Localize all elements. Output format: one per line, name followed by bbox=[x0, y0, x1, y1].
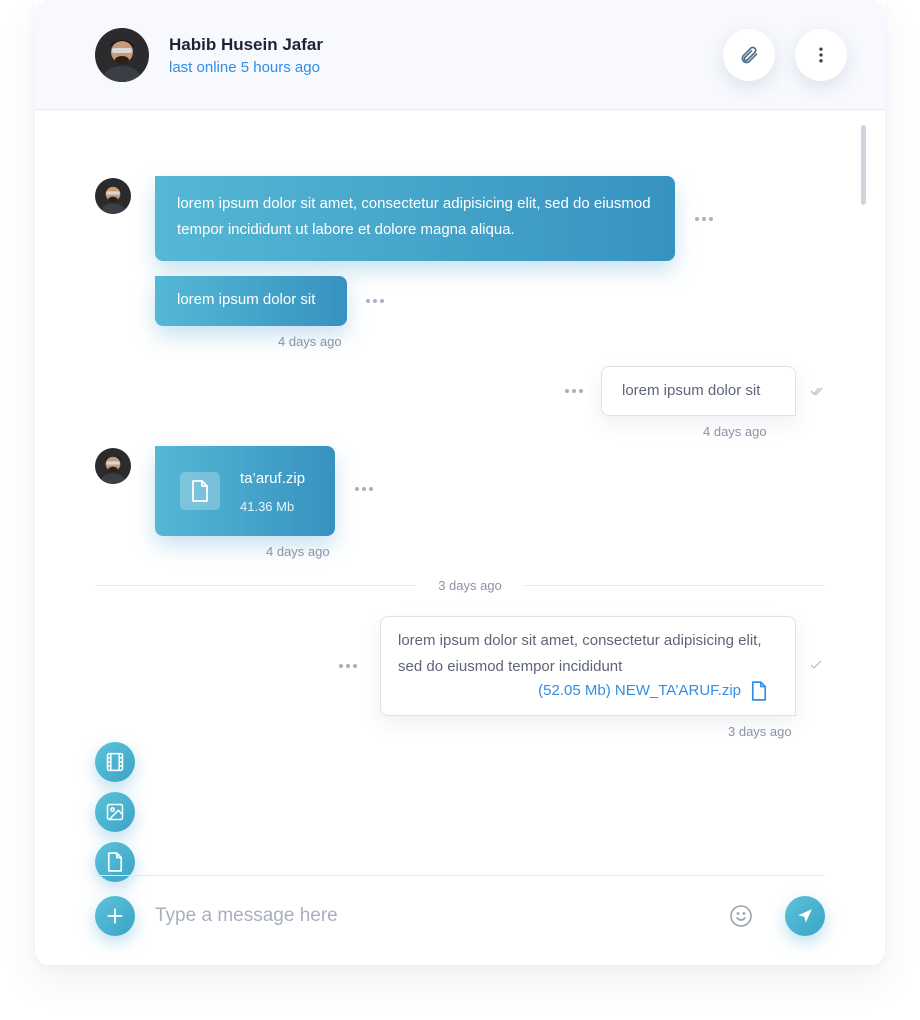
plus-icon bbox=[107, 908, 123, 924]
message-timestamp: 4 days ago bbox=[278, 334, 342, 349]
attach-button[interactable] bbox=[723, 29, 775, 81]
more-vertical-icon bbox=[819, 47, 823, 63]
double-check-icon bbox=[810, 387, 823, 396]
message-text: lorem ipsum dolor sit bbox=[177, 291, 316, 308]
chat-header: Habib Husein Jafar last online 5 hours a… bbox=[35, 0, 885, 110]
message-timestamp: 4 days ago bbox=[266, 544, 330, 559]
file-name: ta’aruf.zip bbox=[240, 470, 306, 487]
divider-line bbox=[95, 585, 415, 586]
composer-divider bbox=[95, 875, 825, 876]
sender-avatar[interactable] bbox=[95, 178, 131, 214]
attach-video-button[interactable] bbox=[95, 742, 135, 782]
message-options-icon[interactable] bbox=[695, 217, 713, 221]
message-bubble-outgoing[interactable]: lorem ipsum dolor sit bbox=[601, 366, 796, 416]
message-bubble-outgoing[interactable]: lorem ipsum dolor sit amet, consectetur … bbox=[380, 616, 796, 716]
message-options-icon[interactable] bbox=[366, 299, 384, 303]
message-text: lorem ipsum dolor sit amet, consectetur … bbox=[398, 632, 762, 675]
message-bubble-incoming[interactable]: lorem ipsum dolor sit amet, consectetur … bbox=[155, 176, 675, 261]
divider-line bbox=[525, 585, 825, 586]
image-icon bbox=[106, 803, 124, 821]
add-attachment-button[interactable] bbox=[95, 896, 135, 936]
contact-status: last online 5 hours ago bbox=[169, 59, 320, 76]
attach-file-button[interactable] bbox=[95, 842, 135, 882]
message-bubble-incoming[interactable]: lorem ipsum dolor sit bbox=[155, 276, 347, 326]
message-options-icon[interactable] bbox=[565, 389, 583, 393]
film-icon bbox=[106, 752, 124, 772]
emoji-button[interactable] bbox=[728, 903, 754, 929]
contact-avatar[interactable] bbox=[95, 28, 149, 82]
attachment-label: (52.05 Mb) NEW_TA’ARUF.zip bbox=[538, 682, 741, 699]
file-size: 41.36 Mb bbox=[240, 499, 295, 514]
attachment-link[interactable]: (52.05 Mb) NEW_TA’ARUF.zip bbox=[538, 678, 767, 704]
file-icon bbox=[751, 681, 767, 701]
message-timestamp: 4 days ago bbox=[703, 424, 767, 439]
date-divider-label: 3 days ago bbox=[438, 578, 502, 593]
contact-name: Habib Husein Jafar bbox=[169, 35, 323, 54]
smile-icon bbox=[730, 905, 752, 927]
message-input[interactable] bbox=[155, 898, 715, 934]
message-text: lorem ipsum dolor sit amet, consectetur … bbox=[177, 195, 651, 238]
chat-window: Habib Husein Jafar last online 5 hours a… bbox=[35, 0, 885, 965]
send-button[interactable] bbox=[785, 896, 825, 936]
message-text: lorem ipsum dolor sit bbox=[622, 382, 761, 399]
message-timestamp: 3 days ago bbox=[728, 724, 792, 739]
message-options-icon[interactable] bbox=[355, 487, 373, 491]
file-icon bbox=[180, 472, 220, 510]
file-message-bubble[interactable]: ta’aruf.zip 41.36 Mb bbox=[155, 446, 335, 536]
send-icon bbox=[798, 909, 812, 923]
file-icon bbox=[107, 852, 123, 872]
sender-avatar[interactable] bbox=[95, 448, 131, 484]
check-icon bbox=[810, 660, 822, 669]
message-options-icon[interactable] bbox=[339, 664, 357, 668]
attach-image-button[interactable] bbox=[95, 792, 135, 832]
scrollbar-thumb[interactable] bbox=[861, 125, 866, 205]
more-options-button[interactable] bbox=[795, 29, 847, 81]
paperclip-icon bbox=[741, 46, 758, 64]
